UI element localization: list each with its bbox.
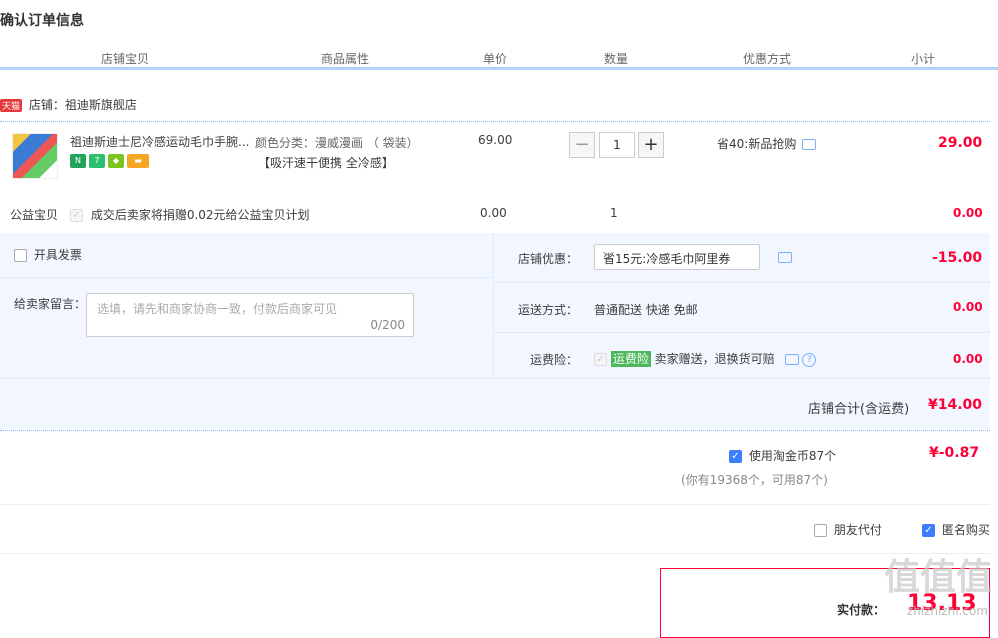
charity-checkbox[interactable] (70, 209, 83, 222)
anonymous-checkbox[interactable] (922, 524, 935, 537)
page-title: 确认订单信息 (0, 13, 84, 29)
shipping-label: 运送方式： (518, 303, 579, 317)
taobao-coins-balance: (你有19368个，可用87个) (681, 473, 828, 487)
product-name[interactable]: 祖迪斯迪士尼冷感运动毛巾手腕... (70, 133, 249, 150)
seven-day-return-icon: 7 (89, 154, 105, 168)
charity-subtotal: 0.00 (953, 206, 983, 220)
friend-pay-option[interactable]: 朋友代付 (814, 521, 882, 538)
taobao-coins-label: 使用淘金币87个 (748, 449, 837, 463)
seller-message-input[interactable]: 选填，请先和商家协商一致，付款后商家可见 0/200 (86, 293, 414, 337)
item-promo: 省40:新品抢购 (717, 135, 817, 152)
taobao-coins-amount: ¥-0.87 (929, 445, 980, 461)
message-placeholder: 选填，请先和商家协商一致，付款后商家可见 (97, 302, 338, 316)
charity-text: 成交后卖家将捐赠0.02元给公益宝贝计划 (90, 208, 310, 222)
new-icon: N (70, 154, 86, 168)
insurance-tag: 运费险 (610, 351, 651, 367)
product-thumbnail[interactable] (12, 133, 58, 179)
watermark-url: zhizhizhi.com (906, 604, 988, 618)
shop-row: 天猫 店铺：祖迪斯旗舰店 (0, 96, 137, 113)
guarantee-icon: ◆ (108, 154, 124, 168)
anonymous-option[interactable]: 匿名购买 (922, 521, 990, 538)
chat-icon[interactable] (778, 252, 792, 263)
charity-label: 公益宝贝 (10, 208, 59, 222)
chevron-down-icon: ﹀ (603, 251, 614, 264)
insurance-row: 运费险 卖家赠送，退换货可赔 ? (594, 350, 817, 367)
section-divider (0, 430, 990, 431)
help-icon[interactable]: ? (802, 352, 817, 367)
taobao-coins-checkbox[interactable] (729, 450, 742, 463)
service-badges: N 7 ◆ ▬ (70, 152, 152, 168)
column-header-discount: 优惠方式 (742, 52, 791, 66)
message-char-counter: 0/200 (370, 318, 405, 332)
insurance-label: 运费险： (530, 353, 579, 367)
chat-icon[interactable] (784, 354, 799, 365)
friend-pay-checkbox[interactable] (814, 524, 827, 537)
tmall-badge: 天猫 (0, 99, 23, 112)
shop-total-label: 店铺合计(含运费) (808, 402, 910, 417)
panel-divider (493, 233, 494, 378)
invoice-label: 开具发票 (33, 248, 82, 262)
insurance-checkbox[interactable] (594, 353, 607, 366)
column-header-price: 单价 (482, 52, 507, 66)
product-attribute-color: 颜色分类：漫威漫画 （ 袋装） (255, 136, 419, 150)
shop-coupon-label: 店铺优惠： (518, 252, 579, 266)
increase-quantity-button[interactable]: + (638, 132, 664, 158)
insurance-text: 卖家赠送，退换货可赔 (654, 352, 775, 366)
taobao-coins-option[interactable]: 使用淘金币87个 (729, 447, 836, 464)
column-header-attributes: 商品属性 (320, 52, 369, 66)
invoice-option[interactable]: 开具发票 (14, 246, 82, 263)
charity-price: 0.00 (480, 206, 507, 220)
charity-quantity: 1 (610, 206, 618, 220)
row-divider (0, 121, 990, 122)
table-header: 店铺宝贝 商品属性 单价 数量 优惠方式 小计 (0, 48, 998, 68)
anonymous-label: 匿名购买 (941, 523, 990, 537)
charity-row: 成交后卖家将捐赠0.02元给公益宝贝计划 (70, 206, 310, 223)
unit-price: 69.00 (478, 133, 513, 147)
card-pay-icon: ▬ (127, 154, 149, 168)
shop-name[interactable]: 店铺：祖迪斯旗舰店 (29, 98, 137, 112)
product-attribute-tags: 【吸汗速干便携 全冷感】 (258, 156, 394, 170)
column-header-quantity: 数量 (603, 52, 628, 66)
invoice-checkbox[interactable] (14, 249, 27, 262)
item-promo-text: 省40:新品抢购 (717, 137, 797, 151)
friend-pay-label: 朋友代付 (833, 523, 882, 537)
insurance-amount: 0.00 (953, 352, 983, 366)
column-header-shop-item: 店铺宝贝 (100, 52, 149, 66)
header-divider (0, 67, 998, 70)
message-label: 给卖家留言： (14, 297, 87, 311)
watermark-logo: 值值值 (883, 557, 992, 598)
quantity-input[interactable]: 1 (599, 132, 635, 158)
shop-total-amount: ¥14.00 (928, 397, 983, 413)
shipping-method: 普通配送 快递 免邮 (594, 303, 698, 317)
column-header-subtotal: 小计 (910, 52, 935, 66)
item-subtotal: 29.00 (938, 135, 983, 151)
pay-label: 实付款： (837, 603, 886, 617)
shipping-amount: 0.00 (953, 300, 983, 314)
shop-coupon-amount: -15.00 (932, 250, 983, 266)
chat-icon[interactable] (802, 139, 817, 150)
decrease-quantity-button[interactable]: − (569, 132, 595, 158)
shop-coupon-select[interactable]: 省15元:冷感毛巾阿里券 ﹀ (594, 244, 760, 270)
